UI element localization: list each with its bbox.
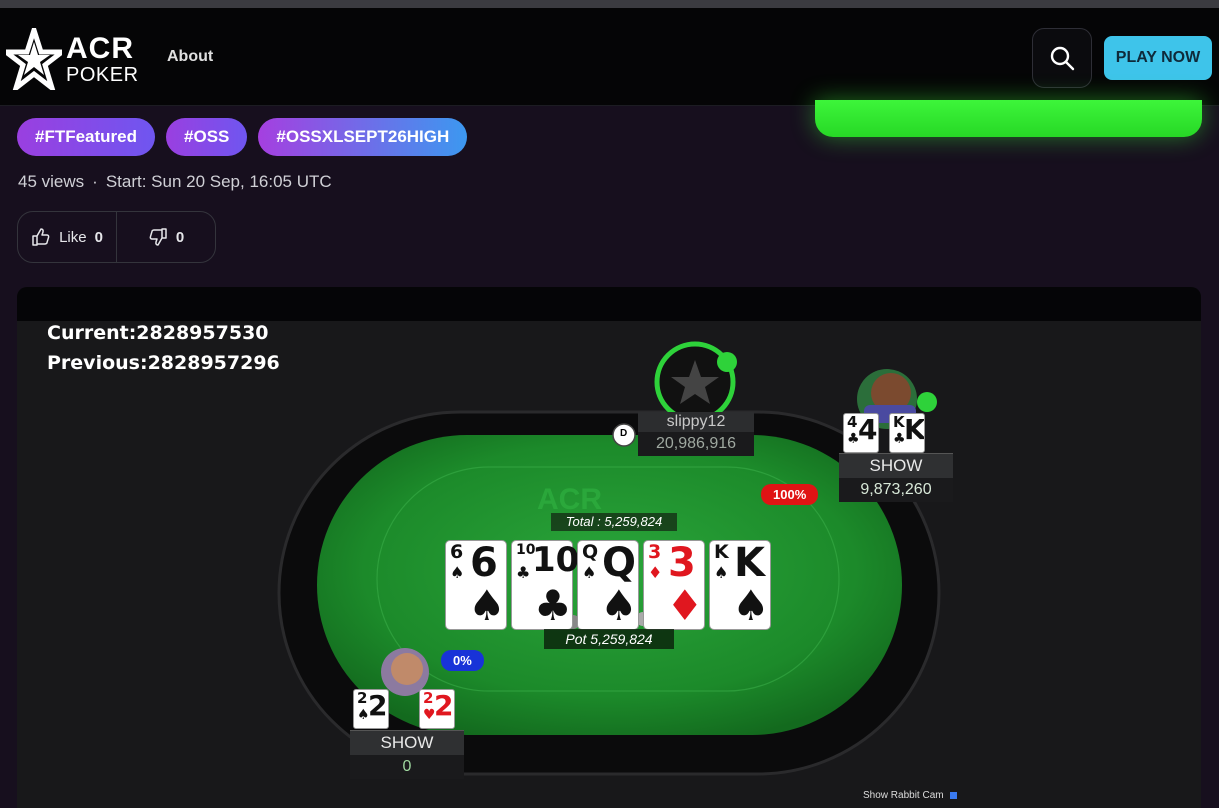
dislike-button[interactable]: 0 (116, 212, 215, 262)
bottom-card1-big: 2 (368, 689, 388, 722)
video-meta: 45 views · Start: Sun 20 Sep, 16:05 UTC (18, 172, 332, 192)
bottom-hole-card-1: 2 ♠ 2 (353, 689, 389, 729)
view-count: 45 views (18, 172, 85, 191)
board-card-3: Q ♠ Q ♠ (577, 540, 639, 630)
green-promo-button-partial[interactable] (815, 100, 1202, 137)
board-card-4: 3 ♦ 3 ♦ (643, 540, 705, 630)
acr-poker-logo[interactable]: ACR POKER (6, 26, 139, 90)
top-navbar: ACR POKER About PLAY NOW (0, 8, 1219, 106)
meta-separator: · (92, 172, 98, 191)
bottom-hole-card-2: 2 ♥ 2 (419, 689, 455, 729)
start-time: Start: Sun 20 Sep, 16:05 UTC (105, 172, 332, 191)
board-card-4-suit: ♦ (648, 563, 663, 582)
board-card-3-big: Q (602, 540, 637, 586)
dealer-button: D (620, 428, 628, 439)
player-right-status: SHOW (839, 453, 953, 478)
board-card-5-suit: ♠ (714, 563, 729, 582)
board-card-4-bigsuit: ♦ (666, 581, 704, 630)
hashtag-list: #FTFeatured #OSS #OSSXLSEPT26HIGH (17, 118, 468, 156)
right-equity-badge: 100% (761, 484, 819, 505)
right-card1-rank: 4 (847, 413, 858, 431)
right-hole-card-1: 4 ♣ 4 (843, 413, 879, 453)
current-hand-id: Current:2828957530 (47, 322, 269, 344)
browser-top-strip (0, 0, 1219, 8)
player-bottom-seat: SHOW 0 (350, 730, 464, 779)
board-card-1-rank: 6 (450, 541, 464, 563)
right-card2-big: K (904, 413, 925, 446)
board-card-5-bigsuit: ♠ (732, 581, 770, 630)
board-card-3-bigsuit: ♠ (600, 581, 638, 630)
star-logo-icon (6, 28, 62, 90)
board-card-3-rank: Q (582, 541, 599, 563)
like-label: Like (59, 228, 87, 246)
board-card-1: 6 ♠ 6 ♠ (445, 540, 507, 630)
board-card-2-big: 10 (532, 540, 580, 580)
thumbs-up-icon (32, 228, 50, 246)
nav-about-link[interactable]: About (167, 48, 213, 66)
board-card-4-big: 3 (668, 540, 696, 586)
player-top-stack: 20,986,916 (638, 432, 754, 456)
video-player[interactable]: ACR Current:2828957530 Previous:28289572… (17, 287, 1201, 808)
player-top-name: slippy12 (638, 412, 754, 432)
search-icon (1050, 46, 1075, 71)
board-card-5-big: K (734, 540, 765, 586)
total-pot-label: Total : 5,259,824 (551, 513, 677, 531)
right-hole-card-2: K ♣ K (889, 413, 925, 453)
bottom-card2-rank: 2 (423, 689, 434, 707)
board-card-1-bigsuit: ♠ (468, 581, 506, 630)
board-card-2: 10 ♣ 10 ♣ (511, 540, 579, 630)
dislike-count: 0 (175, 228, 185, 246)
like-button[interactable]: Like 0 (18, 212, 116, 262)
board-card-1-suit: ♠ (450, 563, 465, 582)
player-top-seat: slippy12 20,986,916 (638, 412, 754, 456)
right-card2-rank: K (893, 413, 905, 431)
search-button[interactable] (1032, 28, 1092, 88)
board-card-5-rank: K (714, 541, 729, 563)
rabbit-cam-label: Show Rabbit Cam (863, 790, 944, 801)
bottom-card1-rank: 2 (357, 689, 368, 707)
board-card-1-big: 6 (470, 540, 498, 586)
bottom-equity-badge: 0% (441, 650, 484, 671)
previous-hand-id: Previous:2828957296 (47, 352, 280, 374)
thumbs-down-icon (149, 228, 167, 246)
pot-label: Pot 5,259,824 (544, 629, 674, 649)
board-card-2-suit: ♣ (516, 563, 531, 582)
rabbit-cam-toggle[interactable]: Show Rabbit Cam (863, 790, 957, 801)
play-now-button[interactable]: PLAY NOW (1104, 36, 1212, 80)
board-card-3-suit: ♠ (582, 563, 597, 582)
player-bottom-status: SHOW (350, 730, 464, 755)
player-right-stack: 9,873,260 (839, 478, 953, 502)
board-card-2-bigsuit: ♣ (534, 581, 572, 630)
board-card-5: K ♠ K ♠ (709, 540, 771, 630)
rabbit-cam-checkbox[interactable] (949, 792, 957, 799)
like-count: 0 (94, 228, 103, 246)
table-watermark-logo: ACR (537, 483, 602, 516)
logo-text-acr: ACR (66, 32, 134, 65)
right-card1-big: 4 (858, 413, 878, 446)
tag-ossxlsept26high[interactable]: #OSSXLSEPT26HIGH (258, 118, 468, 156)
board-card-4-rank: 3 (648, 541, 662, 563)
tag-ftfeatured[interactable]: #FTFeatured (17, 118, 156, 156)
player-right-seat: SHOW 9,873,260 (839, 453, 953, 502)
bottom-card2-big: 2 (434, 689, 454, 722)
player-bottom-stack: 0 (350, 755, 464, 779)
vote-bar: Like 0 0 (17, 211, 216, 263)
logo-text-poker: POKER (66, 64, 139, 86)
tag-oss[interactable]: #OSS (166, 118, 248, 156)
